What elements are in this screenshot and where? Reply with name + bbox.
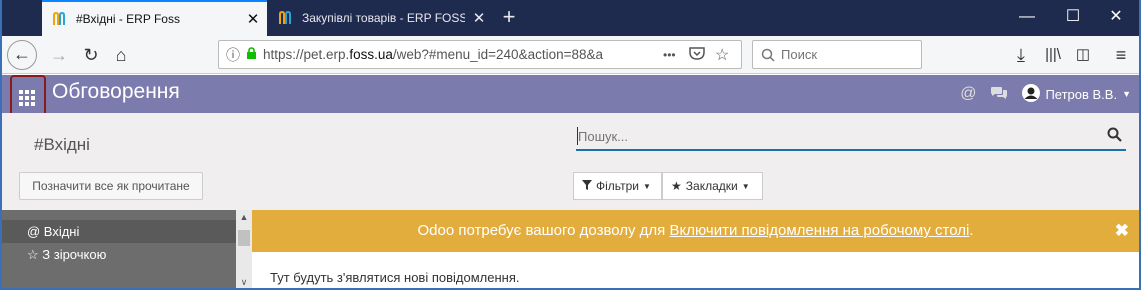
tab-close-icon[interactable]: ✕	[239, 10, 267, 28]
close-icon[interactable]: ✖	[1115, 210, 1129, 252]
mark-all-read-button[interactable]: Позначити все як прочитане	[19, 172, 203, 200]
tab-strip: #Вхідні - ERP Foss ✕ Закупівлі товарів -…	[2, 0, 1139, 36]
new-tab-button[interactable]: +	[496, 5, 522, 31]
reload-button[interactable]: ↻	[76, 40, 106, 70]
search-icon	[761, 48, 775, 62]
chevron-down-icon: ▼	[1122, 89, 1131, 99]
tab-label: Закупівлі товарів - ERP FOSS	[302, 11, 465, 25]
url-text[interactable]: https://pet.erp.foss.ua/web?#menu_id=240…	[263, 47, 663, 62]
caret-down-icon: ▼	[642, 181, 651, 191]
maximize-button[interactable]: ☐	[1050, 0, 1096, 36]
discuss-sidebar: @ Вхідні ☆ З зірочкою ▲ ∨	[2, 210, 252, 288]
filters-label: Фільтри	[596, 179, 639, 193]
minimize-button[interactable]: —	[1004, 0, 1050, 36]
scrollbar-thumb[interactable]	[238, 230, 250, 246]
enable-notifications-link[interactable]: Включити повідомлення на робочому столі	[669, 222, 969, 239]
favorites-label: Закладки	[685, 179, 738, 193]
navigation-toolbar: ← → ↻ ⌂ ⓘ https://pet.erp.foss.ua/web?#m…	[2, 36, 1139, 74]
search-icon[interactable]	[1107, 127, 1122, 146]
favorites-button[interactable]: ★ Закладки ▼	[662, 172, 763, 200]
scroll-up-icon[interactable]: ▲	[236, 212, 252, 222]
sidebar-item-inbox[interactable]: @ Вхідні	[2, 220, 236, 243]
browser-window: #Вхідні - ERP Foss ✕ Закупівлі товарів -…	[0, 0, 1141, 290]
message-thread: Тут будуть з'являтися нові повідомлення.	[252, 252, 1139, 288]
forward-button[interactable]: →	[44, 40, 74, 70]
scroll-down-icon[interactable]: ∨	[236, 277, 252, 288]
page-actions-icon[interactable]: •••	[663, 48, 689, 62]
empty-thread-message: Тут будуть з'являтися нові повідомлення.	[270, 270, 520, 285]
notification-text: Odoo потребує вашого дозволу для	[417, 222, 670, 239]
sidebar-toggle-icon[interactable]: ◫	[1068, 40, 1098, 70]
notification-suffix: .	[969, 222, 974, 239]
odoo-search-bar[interactable]	[576, 125, 1126, 151]
avatar	[1022, 83, 1041, 105]
chat-icon[interactable]	[990, 86, 1008, 103]
back-button[interactable]: ←	[7, 40, 37, 70]
sidebar-item-starred[interactable]: ☆ З зірочкою	[2, 243, 236, 266]
odoo-top-bar: Обговорення @ Петров В.В. ▼	[2, 75, 1139, 117]
filter-icon	[582, 179, 592, 193]
address-bar[interactable]: ⓘ https://pet.erp.foss.ua/web?#menu_id=2…	[218, 40, 742, 69]
pocket-icon[interactable]	[689, 46, 715, 63]
tab-label: #Вхідні - ERP Foss	[76, 12, 180, 26]
odoo-search-input[interactable]	[578, 129, 1078, 144]
sidebar-scrollbar[interactable]: ▲ ∨	[236, 210, 252, 288]
library-icon[interactable]: |||\	[1038, 40, 1068, 70]
apps-grid-icon	[19, 90, 35, 106]
mentions-icon[interactable]: @	[960, 85, 976, 103]
home-button[interactable]: ⌂	[106, 40, 136, 70]
user-menu[interactable]: Петров В.В. ▼	[1022, 83, 1131, 105]
info-icon[interactable]: ⓘ	[226, 45, 240, 65]
caret-down-icon: ▼	[741, 181, 750, 191]
breadcrumb: #Вхідні	[34, 135, 90, 154]
apps-menu-button[interactable]	[10, 75, 46, 117]
menu-icon[interactable]: ≡	[1106, 40, 1136, 70]
downloads-icon[interactable]: ⤓	[1006, 40, 1036, 70]
odoo-favicon-icon	[278, 10, 294, 26]
tab-purchases[interactable]: Закупівлі товарів - ERP FOSS ✕	[268, 0, 493, 36]
user-name: Петров В.В.	[1045, 86, 1118, 102]
app-title: Обговорення	[52, 80, 180, 103]
browser-search-input[interactable]	[781, 47, 901, 62]
browser-search-box[interactable]	[752, 40, 922, 69]
odoo-favicon-icon	[52, 11, 68, 27]
tab-close-icon[interactable]: ✕	[465, 9, 493, 27]
filters-button[interactable]: Фільтри ▼	[573, 172, 662, 200]
close-window-button[interactable]: ✕	[1093, 0, 1139, 36]
systray: @ Петров В.В. ▼	[960, 75, 1131, 113]
lock-icon[interactable]	[246, 46, 257, 63]
control-panel: #Вхідні Позначити все як прочитане Фільт…	[2, 113, 1139, 210]
star-icon: ★	[671, 179, 682, 193]
tab-inbox[interactable]: #Вхідні - ERP Foss ✕	[42, 0, 267, 36]
bookmark-star-icon[interactable]: ☆	[715, 45, 741, 65]
notification-banner: Odoo потребує вашого дозволу для Включит…	[252, 210, 1139, 252]
